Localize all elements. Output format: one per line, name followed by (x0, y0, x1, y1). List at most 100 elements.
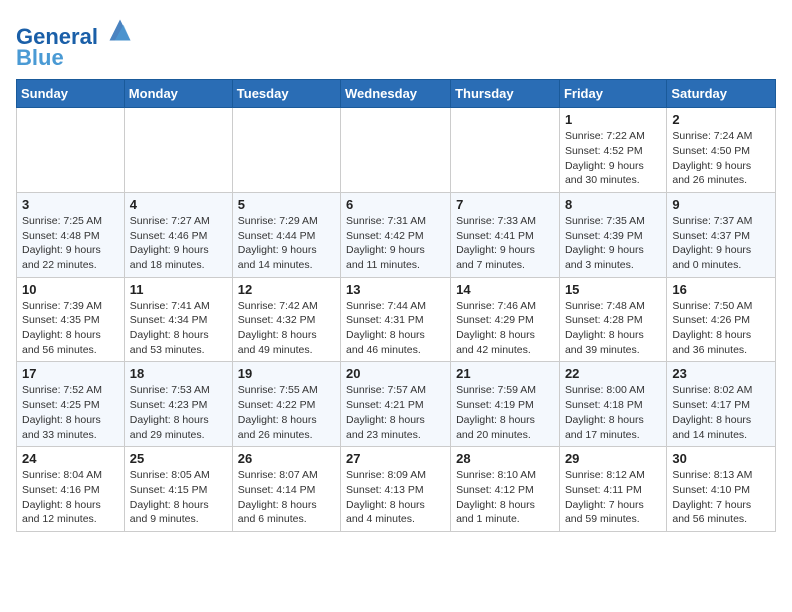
calendar-day: 13Sunrise: 7:44 AM Sunset: 4:31 PM Dayli… (341, 277, 451, 362)
calendar-day: 26 Sunrise: 8:07 AM Sunset: 4:14 PM Dayli… (232, 447, 340, 532)
day-number: 22 (565, 366, 661, 381)
calendar-day: 12 Sunrise: 7:42 AM Sunset: 4:32 PM Dayli… (232, 277, 340, 362)
calendar-week-row: 17Sunrise: 7:52 AM Sunset: 4:25 PM Dayli… (17, 362, 776, 447)
calendar-day: 3 Sunrise: 7:25 AM Sunset: 4:48 PM Daylig… (17, 192, 125, 277)
day-number: 1 (565, 112, 661, 127)
page-header: General Blue (16, 16, 776, 71)
day-info: Sunrise: 8:04 AM Sunset: 4:16 PM Dayligh… (22, 468, 119, 527)
calendar-empty (232, 108, 340, 193)
day-info: Sunrise: 7:52 AM Sunset: 4:25 PM Dayligh… (22, 383, 119, 442)
calendar-day: 9Sunrise: 7:37 AM Sunset: 4:37 PM Daylig… (667, 192, 776, 277)
day-number: 28 (456, 451, 554, 466)
day-number: 27 (346, 451, 445, 466)
day-number: 16 (672, 282, 770, 297)
logo-icon (106, 16, 134, 44)
day-number: 4 (130, 197, 227, 212)
day-of-week-header: Tuesday (232, 80, 340, 108)
calendar-day: 24 Sunrise: 8:04 AM Sunset: 4:16 PM Dayli… (17, 447, 125, 532)
calendar-day: 11 Sunrise: 7:41 AM Sunset: 4:34 PM Dayli… (124, 277, 232, 362)
day-info: Sunrise: 7:53 AM Sunset: 4:23 PM Dayligh… (130, 383, 227, 442)
calendar-day: 21 Sunrise: 7:59 AM Sunset: 4:19 PM Dayli… (451, 362, 560, 447)
day-of-week-header: Monday (124, 80, 232, 108)
calendar-day: 30 Sunrise: 8:13 AM Sunset: 4:10 PM Dayli… (667, 447, 776, 532)
calendar-day: 2 Sunrise: 7:24 AM Sunset: 4:50 PM Daylig… (667, 108, 776, 193)
day-info: Sunrise: 7:24 AM Sunset: 4:50 PM Dayligh… (672, 129, 770, 188)
day-info: Sunrise: 7:25 AM Sunset: 4:48 PM Dayligh… (22, 214, 119, 273)
day-number: 18 (130, 366, 227, 381)
calendar-empty (341, 108, 451, 193)
day-number: 14 (456, 282, 554, 297)
calendar-table: SundayMondayTuesdayWednesdayThursdayFrid… (16, 79, 776, 532)
calendar-header-row: SundayMondayTuesdayWednesdayThursdayFrid… (17, 80, 776, 108)
calendar-day: 6 Sunrise: 7:31 AM Sunset: 4:42 PM Daylig… (341, 192, 451, 277)
calendar-empty (17, 108, 125, 193)
calendar-day: 20 Sunrise: 7:57 AM Sunset: 4:21 PM Dayli… (341, 362, 451, 447)
day-info: Sunrise: 7:42 AM Sunset: 4:32 PM Dayligh… (238, 299, 335, 358)
day-info: Sunrise: 8:10 AM Sunset: 4:12 PM Dayligh… (456, 468, 554, 527)
day-number: 2 (672, 112, 770, 127)
calendar-day: 17Sunrise: 7:52 AM Sunset: 4:25 PM Dayli… (17, 362, 125, 447)
calendar-day: 5Sunrise: 7:29 AM Sunset: 4:44 PM Daylig… (232, 192, 340, 277)
calendar-day: 4 Sunrise: 7:27 AM Sunset: 4:46 PM Daylig… (124, 192, 232, 277)
calendar-day: 19Sunrise: 7:55 AM Sunset: 4:22 PM Dayli… (232, 362, 340, 447)
day-number: 30 (672, 451, 770, 466)
logo: General Blue (16, 16, 134, 71)
day-number: 11 (130, 282, 227, 297)
day-info: Sunrise: 7:29 AM Sunset: 4:44 PM Dayligh… (238, 214, 335, 273)
day-number: 21 (456, 366, 554, 381)
calendar-day: 14 Sunrise: 7:46 AM Sunset: 4:29 PM Dayli… (451, 277, 560, 362)
day-info: Sunrise: 8:13 AM Sunset: 4:10 PM Dayligh… (672, 468, 770, 527)
day-info: Sunrise: 7:33 AM Sunset: 4:41 PM Dayligh… (456, 214, 554, 273)
day-number: 25 (130, 451, 227, 466)
calendar-day: 16 Sunrise: 7:50 AM Sunset: 4:26 PM Dayli… (667, 277, 776, 362)
day-number: 15 (565, 282, 661, 297)
day-of-week-header: Sunday (17, 80, 125, 108)
day-number: 26 (238, 451, 335, 466)
calendar-day: 10Sunrise: 7:39 AM Sunset: 4:35 PM Dayli… (17, 277, 125, 362)
day-of-week-header: Thursday (451, 80, 560, 108)
day-number: 20 (346, 366, 445, 381)
day-info: Sunrise: 8:07 AM Sunset: 4:14 PM Dayligh… (238, 468, 335, 527)
calendar-empty (124, 108, 232, 193)
calendar-day: 23 Sunrise: 8:02 AM Sunset: 4:17 PM Dayli… (667, 362, 776, 447)
day-number: 7 (456, 197, 554, 212)
calendar-empty (451, 108, 560, 193)
day-of-week-header: Saturday (667, 80, 776, 108)
day-number: 23 (672, 366, 770, 381)
day-number: 29 (565, 451, 661, 466)
calendar-week-row: 3 Sunrise: 7:25 AM Sunset: 4:48 PM Daylig… (17, 192, 776, 277)
calendar-day: 8 Sunrise: 7:35 AM Sunset: 4:39 PM Daylig… (559, 192, 666, 277)
day-info: Sunrise: 8:00 AM Sunset: 4:18 PM Dayligh… (565, 383, 661, 442)
calendar-day: 27Sunrise: 8:09 AM Sunset: 4:13 PM Dayli… (341, 447, 451, 532)
calendar-day: 1 Sunrise: 7:22 AM Sunset: 4:52 PM Daylig… (559, 108, 666, 193)
day-number: 3 (22, 197, 119, 212)
day-info: Sunrise: 7:41 AM Sunset: 4:34 PM Dayligh… (130, 299, 227, 358)
calendar-day: 18 Sunrise: 7:53 AM Sunset: 4:23 PM Dayli… (124, 362, 232, 447)
day-number: 6 (346, 197, 445, 212)
day-of-week-header: Friday (559, 80, 666, 108)
day-number: 24 (22, 451, 119, 466)
day-info: Sunrise: 7:48 AM Sunset: 4:28 PM Dayligh… (565, 299, 661, 358)
day-info: Sunrise: 7:46 AM Sunset: 4:29 PM Dayligh… (456, 299, 554, 358)
calendar-week-row: 1 Sunrise: 7:22 AM Sunset: 4:52 PM Daylig… (17, 108, 776, 193)
day-info: Sunrise: 7:57 AM Sunset: 4:21 PM Dayligh… (346, 383, 445, 442)
day-of-week-header: Wednesday (341, 80, 451, 108)
calendar-day: 7 Sunrise: 7:33 AM Sunset: 4:41 PM Daylig… (451, 192, 560, 277)
day-number: 12 (238, 282, 335, 297)
day-info: Sunrise: 7:50 AM Sunset: 4:26 PM Dayligh… (672, 299, 770, 358)
day-number: 8 (565, 197, 661, 212)
day-info: Sunrise: 7:55 AM Sunset: 4:22 PM Dayligh… (238, 383, 335, 442)
day-info: Sunrise: 7:22 AM Sunset: 4:52 PM Dayligh… (565, 129, 661, 188)
day-info: Sunrise: 7:59 AM Sunset: 4:19 PM Dayligh… (456, 383, 554, 442)
calendar-day: 15 Sunrise: 7:48 AM Sunset: 4:28 PM Dayli… (559, 277, 666, 362)
day-info: Sunrise: 7:27 AM Sunset: 4:46 PM Dayligh… (130, 214, 227, 273)
calendar-day: 29 Sunrise: 8:12 AM Sunset: 4:11 PM Dayli… (559, 447, 666, 532)
day-number: 13 (346, 282, 445, 297)
calendar-day: 22 Sunrise: 8:00 AM Sunset: 4:18 PM Dayli… (559, 362, 666, 447)
day-info: Sunrise: 7:31 AM Sunset: 4:42 PM Dayligh… (346, 214, 445, 273)
day-info: Sunrise: 7:35 AM Sunset: 4:39 PM Dayligh… (565, 214, 661, 273)
day-info: Sunrise: 8:02 AM Sunset: 4:17 PM Dayligh… (672, 383, 770, 442)
day-info: Sunrise: 8:12 AM Sunset: 4:11 PM Dayligh… (565, 468, 661, 527)
day-number: 10 (22, 282, 119, 297)
day-info: Sunrise: 7:37 AM Sunset: 4:37 PM Dayligh… (672, 214, 770, 273)
